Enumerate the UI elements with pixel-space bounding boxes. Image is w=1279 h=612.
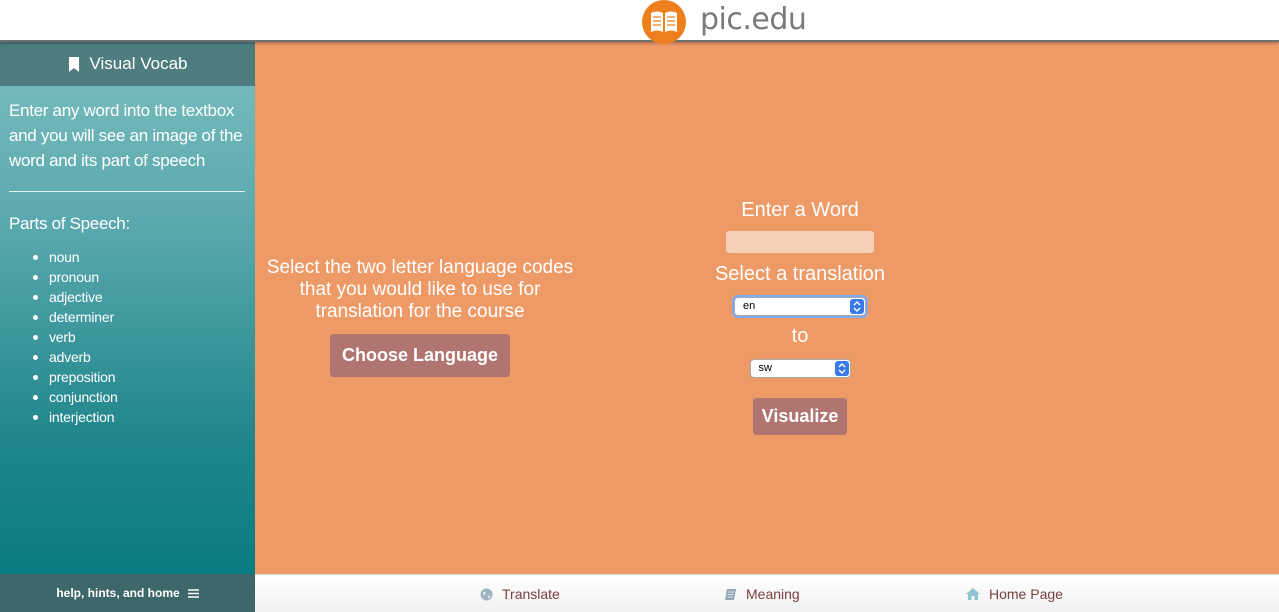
to-language-select[interactable]: sw xyxy=(749,359,851,378)
sidebar: Visual Vocab Enter any word into the tex… xyxy=(0,42,255,574)
sidebar-title: Visual Vocab xyxy=(89,54,188,73)
list-item: adjective xyxy=(33,287,255,307)
sidebar-header: Visual Vocab xyxy=(0,42,255,86)
list-item: determiner xyxy=(33,307,255,327)
top-bar: pic.edu xyxy=(0,0,1279,44)
brand-name: pic.edu xyxy=(700,1,807,37)
to-label: to xyxy=(791,325,809,347)
from-language-value: en xyxy=(743,300,756,312)
nav-home[interactable]: Home Page xyxy=(966,575,1063,612)
list-item: noun xyxy=(33,247,255,267)
nav-home-label: Home Page xyxy=(989,586,1063,602)
list-item: pronoun xyxy=(33,267,255,287)
list-item: verb xyxy=(33,327,255,347)
sidebar-footer-button[interactable]: help, hints, and home xyxy=(0,574,255,612)
home-icon xyxy=(966,588,980,600)
nav-meaning-label: Meaning xyxy=(746,586,800,602)
enter-word-label: Enter a Word xyxy=(741,199,859,221)
select-translation-label: Select a translation xyxy=(714,263,886,285)
select-arrows-icon xyxy=(834,361,849,376)
list-item: adverb xyxy=(33,347,255,367)
sidebar-footer-label: help, hints, and home xyxy=(56,586,180,600)
word-section: Enter a Word Select a translation en to … xyxy=(685,198,915,435)
select-arrows-icon xyxy=(850,299,864,314)
brand[interactable]: pic.edu xyxy=(642,0,807,44)
nav-translate-label: Translate xyxy=(502,586,560,602)
to-language-value: sw xyxy=(758,362,772,374)
list-item: interjection xyxy=(33,407,255,427)
open-book-icon xyxy=(642,0,686,44)
bookmark-icon xyxy=(68,56,80,72)
visualize-button[interactable]: Visualize xyxy=(753,398,847,435)
from-language-select[interactable]: en xyxy=(734,297,866,316)
hamburger-menu-icon xyxy=(187,588,199,598)
nav-translate[interactable]: Translate xyxy=(480,575,560,612)
choose-language-button[interactable]: Choose Language xyxy=(330,334,510,377)
list-item: preposition xyxy=(33,367,255,387)
bottom-nav: Translate Meaning Home Page xyxy=(255,574,1279,612)
sidebar-description: Enter any word into the textbox and you … xyxy=(9,101,243,170)
globe-icon xyxy=(480,588,493,601)
main-panel: Select the two letter language codes tha… xyxy=(255,42,1279,574)
language-section: Select the two letter language codes tha… xyxy=(255,257,585,377)
language-prompt: Select the two letter language codes tha… xyxy=(266,257,574,322)
parts-of-speech-list: noun pronoun adjective determiner verb a… xyxy=(0,234,255,427)
nav-meaning[interactable]: Meaning xyxy=(724,575,800,612)
word-input[interactable] xyxy=(726,231,874,253)
parts-of-speech-title: Parts of Speech: xyxy=(9,214,130,233)
book-icon xyxy=(724,588,737,601)
list-item: conjunction xyxy=(33,387,255,407)
